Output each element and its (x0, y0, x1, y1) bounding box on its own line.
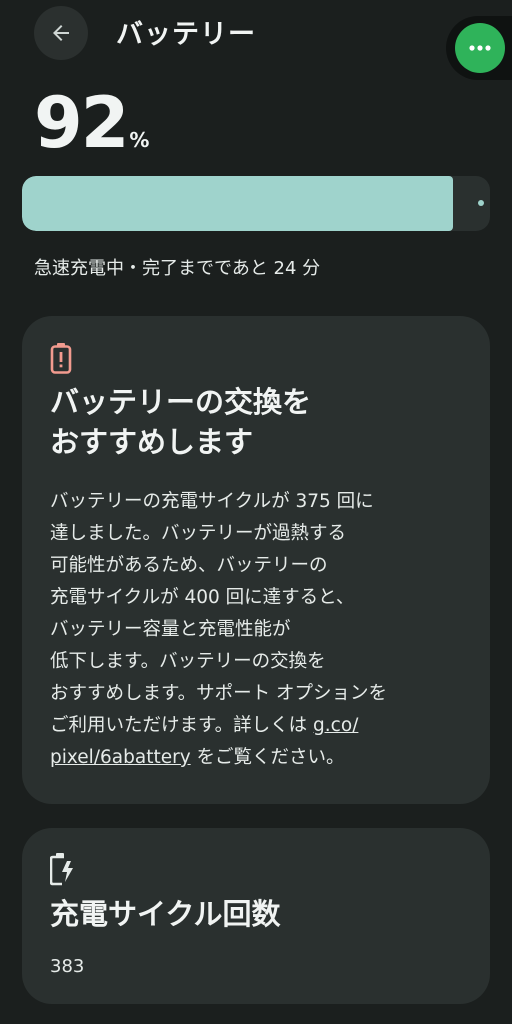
battery-level-fill (22, 176, 453, 231)
description-line: 達しました。バッテリーが過熱する (50, 523, 347, 544)
battery-level-value: 92 (34, 82, 129, 164)
description-text: をご覧ください。 (190, 747, 345, 768)
replacement-title-line: バッテリーの交換を (50, 385, 312, 419)
help-link[interactable]: g.co/ (313, 715, 358, 736)
charge-cycle-card: 充電サイクル回数 383 (22, 828, 490, 1004)
assistant-more-button[interactable] (455, 23, 505, 73)
description-line: 低下します。バッテリーの交換を (50, 651, 326, 672)
description-line: バッテリーの充電サイクルが 375 回に (50, 491, 374, 512)
charging-status: 急速充電中・完了までであと 24 分 (34, 258, 321, 279)
replacement-description: バッテリーの充電サイクルが 375 回に 達しました。バッテリーが過熱する 可能… (50, 486, 468, 774)
replacement-title: バッテリーの交換を おすすめします (50, 382, 466, 462)
description-line: 可能性があるため、バッテリーの (50, 555, 328, 576)
more-dots-icon (469, 45, 491, 51)
battery-level-unit: % (129, 128, 150, 152)
help-link-continued[interactable]: pixel/6abattery (50, 747, 191, 768)
back-button[interactable] (34, 6, 88, 60)
battery-level-bar (22, 176, 490, 231)
charge-cycle-title: 充電サイクル回数 (50, 897, 281, 931)
description-line: 充電サイクルが 400 回に達すると、 (50, 587, 355, 608)
battery-percentage: 92% (34, 82, 149, 164)
battery-replacement-card: バッテリーの交換を おすすめします バッテリーの充電サイクルが 375 回に 達… (22, 316, 490, 804)
description-line: おすすめします。サポート オプションを (50, 683, 388, 704)
replacement-title-line: おすすめします (50, 425, 254, 459)
description-line: ご利用いただけます。詳しくは g.co/ (50, 710, 468, 742)
charge-cycle-count: 383 (50, 956, 85, 977)
description-line: pixel/6abattery をご覧ください。 (50, 742, 468, 774)
page-title: バッテリー (116, 19, 256, 50)
battery-bar-end-dot (478, 200, 484, 206)
battery-charging-icon (50, 853, 73, 886)
battery-alert-icon (50, 343, 72, 374)
arrow-left-icon (53, 25, 69, 41)
top-app-bar: バッテリー (0, 0, 512, 70)
description-text: ご利用いただけます。詳しくは (50, 715, 314, 736)
description-line: バッテリー容量と充電性能が (50, 619, 291, 640)
